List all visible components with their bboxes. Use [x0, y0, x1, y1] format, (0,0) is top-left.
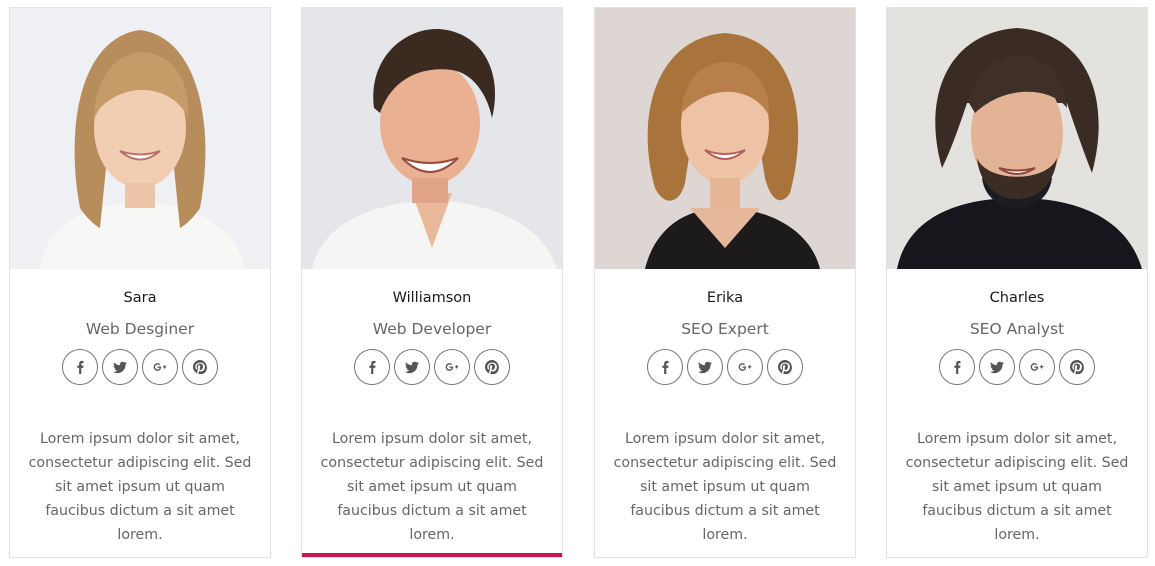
member-bio: Lorem ipsum dolor sit amet, consectetur … — [905, 431, 1129, 543]
pinterest-icon[interactable] — [767, 349, 803, 385]
team-card-sara: Sara Web Desginer Lorem ipsum dolor sit … — [9, 7, 271, 558]
member-name: Erika — [706, 290, 744, 306]
team-section: Sara Web Desginer Lorem ipsum dolor sit … — [0, 0, 1155, 566]
member-bio: Lorem ipsum dolor sit amet, consectetur … — [613, 431, 837, 543]
google-plus-icon[interactable] — [1019, 349, 1055, 385]
twitter-icon[interactable] — [979, 349, 1015, 385]
pinterest-icon[interactable] — [182, 349, 218, 385]
member-photo — [10, 8, 270, 269]
facebook-icon[interactable] — [939, 349, 975, 385]
twitter-icon[interactable] — [102, 349, 138, 385]
member-bio: Lorem ipsum dolor sit amet, consectetur … — [320, 431, 544, 543]
member-role: SEO Analyst — [969, 320, 1065, 338]
google-plus-icon[interactable] — [142, 349, 178, 385]
member-name: Sara — [123, 290, 157, 306]
member-photo — [302, 8, 562, 269]
team-card-williamson: Williamson Web Developer Lorem ipsum dol… — [301, 7, 563, 558]
social-links — [302, 349, 562, 385]
member-name: Williamson — [392, 290, 472, 306]
google-plus-icon[interactable] — [727, 349, 763, 385]
twitter-icon[interactable] — [394, 349, 430, 385]
social-links — [10, 349, 270, 385]
social-links — [595, 349, 855, 385]
facebook-icon[interactable] — [647, 349, 683, 385]
google-plus-icon[interactable] — [434, 349, 470, 385]
team-card-charles: Charles SEO Analyst Lorem ipsum dolor si… — [886, 7, 1148, 558]
member-role: SEO Expert — [681, 320, 769, 338]
active-card-indicator — [302, 553, 562, 557]
facebook-icon[interactable] — [62, 349, 98, 385]
member-photo — [887, 8, 1147, 269]
member-photo — [595, 8, 855, 269]
pinterest-icon[interactable] — [474, 349, 510, 385]
team-card-erika: Erika SEO Expert Lorem ipsum dolor sit a… — [594, 7, 856, 558]
member-role: Web Desginer — [85, 320, 195, 338]
social-links — [887, 349, 1147, 385]
member-name: Charles — [989, 290, 1045, 306]
member-role: Web Developer — [372, 320, 492, 338]
pinterest-icon[interactable] — [1059, 349, 1095, 385]
twitter-icon[interactable] — [687, 349, 723, 385]
member-bio: Lorem ipsum dolor sit amet, consectetur … — [28, 431, 252, 543]
facebook-icon[interactable] — [354, 349, 390, 385]
